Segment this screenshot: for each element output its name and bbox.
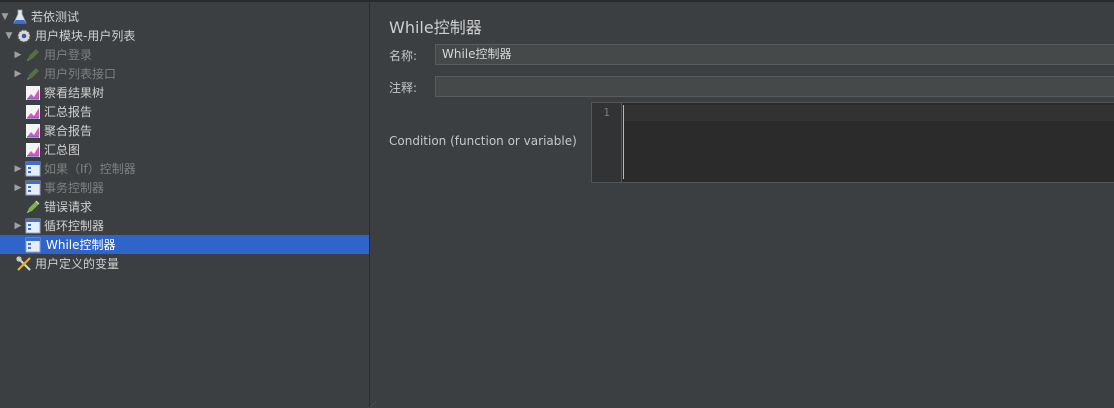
tree-item-while-controller[interactable]: While控制器 (0, 235, 369, 254)
controller-icon (25, 218, 41, 234)
tree-item-view-results-tree[interactable]: 察看结果树 (0, 83, 369, 102)
expand-arrow-icon[interactable]: ▶ (13, 50, 23, 60)
listener-chart-icon (25, 104, 41, 120)
flask-icon (12, 9, 28, 25)
tree-item-label: 察看结果树 (44, 86, 105, 100)
listener-chart-icon (25, 85, 41, 101)
gear-icon (16, 28, 32, 44)
tree-item-label: 用户列表接口 (44, 67, 117, 81)
controller-icon (25, 180, 41, 196)
tree-item-label: 汇总报告 (44, 105, 93, 119)
tree-item-label: 用户模块-用户列表 (35, 29, 136, 43)
comment-field[interactable] (435, 76, 1114, 97)
page-title: While控制器 (389, 18, 482, 37)
tree-item-if-controller[interactable]: ▶ 如果（If）控制器 (0, 159, 369, 178)
text-caret (623, 105, 624, 179)
tree-item-label: While控制器 (44, 236, 118, 253)
tree-item-label: 汇总图 (44, 143, 81, 157)
tree-item-label: 循环控制器 (44, 219, 105, 233)
controller-icon (25, 237, 41, 253)
tree-item-user-list-api[interactable]: ▶ 用户列表接口 (0, 64, 369, 83)
controller-icon (25, 161, 41, 177)
line-number-gutter: 1 (592, 103, 622, 182)
tree-item-label: 事务控制器 (44, 181, 105, 195)
tree-item-label: 若依测试 (31, 10, 80, 24)
expand-arrow-icon[interactable]: ▶ (13, 221, 23, 231)
tree-item-label: 如果（If）控制器 (44, 162, 136, 176)
tree-item-test-plan[interactable]: ▼ 若依测试 (0, 7, 369, 26)
name-field[interactable]: While控制器 (435, 44, 1114, 65)
comment-label: 注释: (389, 81, 418, 95)
tools-icon (16, 255, 32, 272)
condition-editor[interactable]: 1 (591, 102, 1114, 183)
tree-item-thread-group[interactable]: ▼ 用户模块-用户列表 (0, 26, 369, 45)
condition-label: Condition (function or variable) (389, 134, 577, 148)
split-resize-handle[interactable]: ⋰ (370, 401, 376, 408)
expand-arrow-icon[interactable]: ▼ (4, 31, 14, 41)
tree-item-label: 聚合报告 (44, 124, 93, 138)
listener-chart-icon (25, 142, 41, 158)
expand-arrow-icon[interactable]: ▶ (13, 69, 23, 79)
tree-item-label: 用户登录 (44, 48, 93, 62)
tree-item-transaction-controller[interactable]: ▶ 事务控制器 (0, 178, 369, 197)
tree-item-login-request[interactable]: ▶ 用户登录 (0, 45, 369, 64)
sampler-pen-icon (25, 199, 41, 215)
tree-item-aggregate-report[interactable]: 聚合报告 (0, 121, 369, 140)
tree-item-loop-controller[interactable]: ▶ 循环控制器 (0, 216, 369, 235)
tree-item-summary-graph[interactable]: 汇总图 (0, 140, 369, 159)
tree-item-label: 用户定义的变量 (35, 257, 120, 271)
expand-arrow-icon[interactable]: ▶ (13, 183, 23, 193)
expand-arrow-icon[interactable]: ▶ (13, 164, 23, 174)
name-label: 名称: (389, 49, 418, 63)
current-line-highlight (623, 105, 1114, 121)
listener-chart-icon (25, 123, 41, 139)
tree-item-summary-report[interactable]: 汇总报告 (0, 102, 369, 121)
tree-item-error-request[interactable]: 错误请求 (0, 197, 369, 216)
while-controller-panel: While控制器 名称: While控制器 注释: Condition (fun… (370, 2, 1114, 407)
test-plan-tree[interactable]: ▼ 若依测试 ▼ 用户模块-用户列表 ▶ 用户登录 ▶ 用户列表接口 察看结果树 (0, 2, 370, 407)
tree-item-label: 错误请求 (44, 200, 93, 214)
expand-arrow-icon[interactable]: ▼ (0, 12, 10, 22)
tree-item-user-defined-variables[interactable]: 用户定义的变量 (0, 254, 369, 273)
sampler-pen-icon (25, 66, 41, 82)
sampler-pen-icon (25, 47, 41, 63)
